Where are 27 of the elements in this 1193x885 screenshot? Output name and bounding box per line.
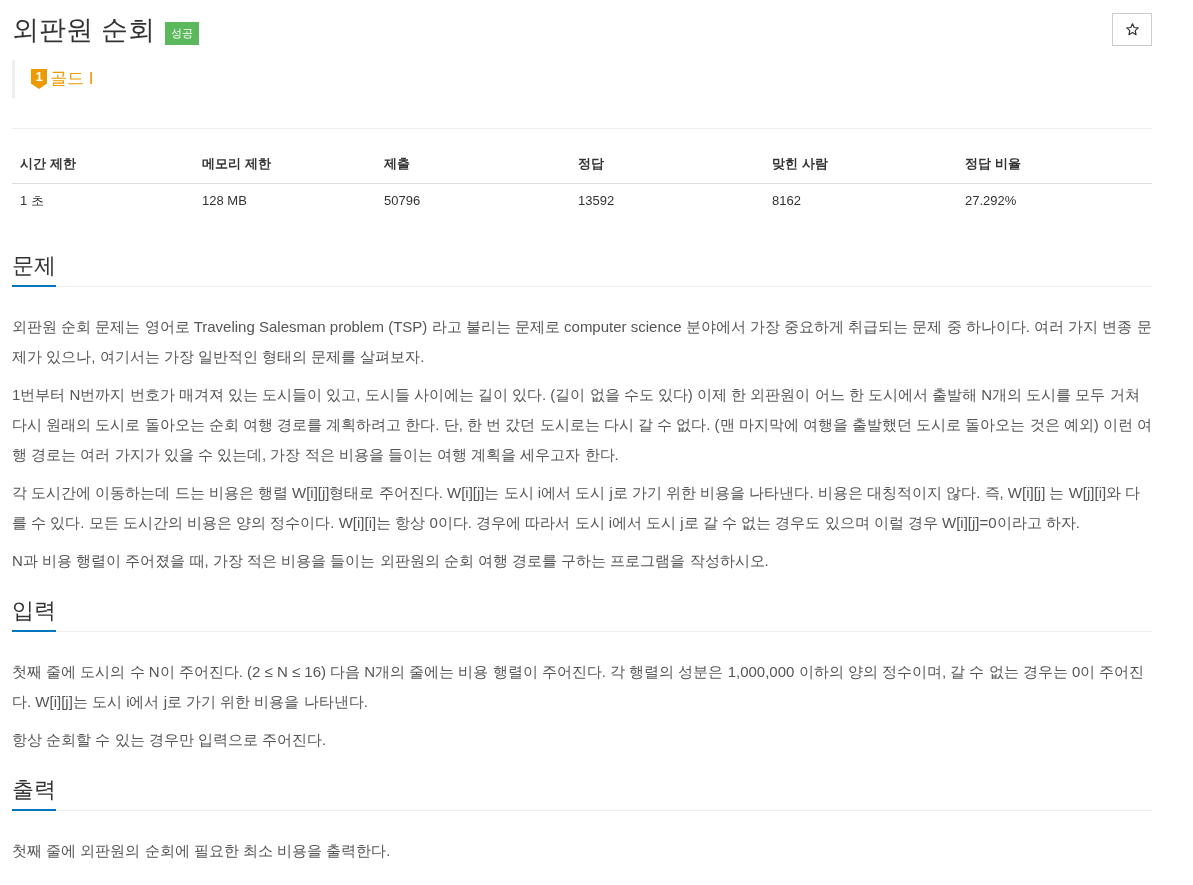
problem-title: 외판원 순회 — [12, 14, 155, 47]
paragraph: 각 도시간에 이동하는데 드는 비용은 행렬 W[i][j]형태로 주어진다. W[i][j]는 도시 i에서 도시 j로 가기 위한 비용을 나타낸다. 비용은 대칭적이지 않다. 즉, W[i][j] 는 W[j][i]와 다를 수 있다. 모든 도시간의 비용은 양의 정수이다. W[i][i]는 항상 0이다. 경우에 따라서 도시 i에서 도시 j로 갈 수 없는 경우도 있으며 이럴 경우 W[i][j]=0이라고 하자. — [12, 483, 1142, 533]
favorite-button[interactable] — [1112, 13, 1152, 46]
paragraph: 첫째 줄에 도시의 수 N이 주어진다. (2 ≤ N ≤ 16) 다음 N개의 줄에는 비용 행렬이 주어진다. 각 행렬의 성분은 1,000,000 이하의 양의 정수이며, 갈 수 없는 경우는 0이 주어진다. W[i][j]는 도시 i에서 j로 가기 위한 비용을 나타낸다. — [12, 662, 1146, 712]
tier-label[interactable]: 골드 I — [50, 68, 94, 90]
table-cell-text: 1 초 — [19, 192, 45, 210]
column-header: 정답 — [570, 145, 764, 184]
column-header: 메모리 제한 — [194, 145, 376, 184]
paragraph: 외판원 순회 문제는 영어로 Traveling Salesman problem (TSP) 라고 불리는 문제로 computer science 분야에서 가장 중요하게 취급되는 문제 중 하나이다. 여러 가지 변종 문제가 있으나, 여기서는 가장 일반적인 형태의 문제를 살펴보자. — [12, 317, 1152, 367]
column-header: 시간 제한 — [12, 145, 194, 184]
section-heading: 출력 — [12, 775, 56, 811]
table-cell-text: 13592 — [577, 192, 616, 210]
paragraph: 첫째 줄에 외판원의 순회에 필요한 최소 비용을 출력한다. — [12, 841, 392, 861]
table-cell-text: 8162 — [771, 192, 802, 210]
column-header: 맞힌 사람 — [764, 145, 957, 184]
paragraph: 1번부터 N번까지 번호가 매겨져 있는 도시들이 있고, 도시들 사이에는 길이 있다. (길이 없을 수도 있다) 이제 한 외판원이 어느 한 도시에서 출발해 N개의 도시를 모두 거쳐 다시 원래의 도시로 돌아오는 순회 여행 경로를 계획하려고 한다. 단, 한 번 갔던 도시로는 다시 갈 수 없다. (맨 마지막에 여행을 출발했던 도시로 돌아오는 것은 예외) 이런 여행 경로는 여러 가지가 있을 수 있는데, 가장 적은 비용을 들이는 여행 계획을 세우고자 한다. — [12, 385, 1152, 465]
table-cell-text: 27.292% — [964, 192, 1018, 210]
table-cell-text: 50796 — [383, 192, 422, 210]
result-badge: 성공 — [164, 21, 199, 45]
paragraph: N과 비용 행렬이 주어졌을 때, 가장 적은 비용을 들이는 외판원의 순회 여행 경로를 구하는 프로그램을 작성하시오. — [12, 551, 770, 571]
table-cell-text: 128 MB — [201, 192, 248, 210]
section-heading: 문제 — [12, 251, 56, 287]
paragraph: 항상 순회할 수 있는 경우만 입력으로 주어진다. — [12, 730, 328, 750]
tier-badge: 1 — [31, 69, 47, 89]
column-header: 정답 비율 — [957, 145, 1152, 184]
section-heading: 입력 — [12, 596, 56, 632]
column-header: 제출 — [376, 145, 570, 184]
